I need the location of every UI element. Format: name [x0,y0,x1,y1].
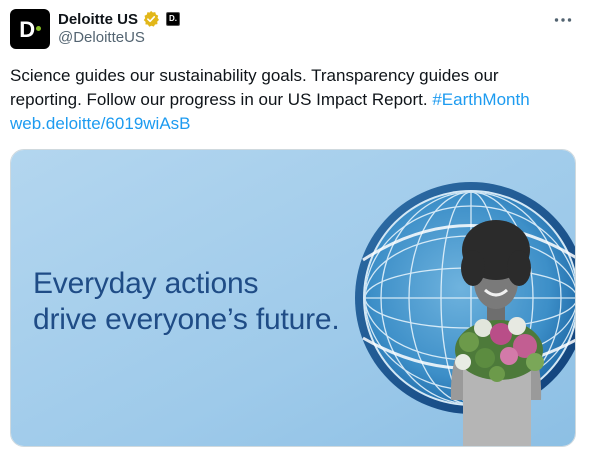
tweet-card[interactable]: D Deloitte US D. @DeloitteUS Science gui… [0,0,591,456]
headline-line-1: Everyday actions [33,267,259,300]
avatar-green-dot [35,25,41,31]
media-image[interactable]: Everyday actions drive everyone’s future… [10,149,576,447]
hashtag-link[interactable]: #EarthMonth [432,90,529,109]
more-options-icon[interactable] [553,10,573,30]
affiliate-badge-icon[interactable]: D. [166,12,181,26]
verified-badge-icon[interactable] [142,10,160,28]
avatar-letter: D [19,17,35,42]
tweet-text: Science guides our sustainability goals.… [10,64,570,136]
media-headline: Everyday actions drive everyone’s future… [33,266,340,338]
affiliate-letter: D. [169,14,178,23]
url-link[interactable]: web.deloitte/6019wiAsB [10,114,191,133]
tweet-body: Science guides our sustainability goals.… [10,66,499,109]
handle[interactable]: @DeloitteUS [58,29,145,46]
headline-line-2: drive everyone’s future. [33,303,340,336]
display-name[interactable]: Deloitte US [58,11,138,28]
avatar[interactable]: D [10,9,50,49]
name-row: Deloitte US D. [58,9,181,29]
